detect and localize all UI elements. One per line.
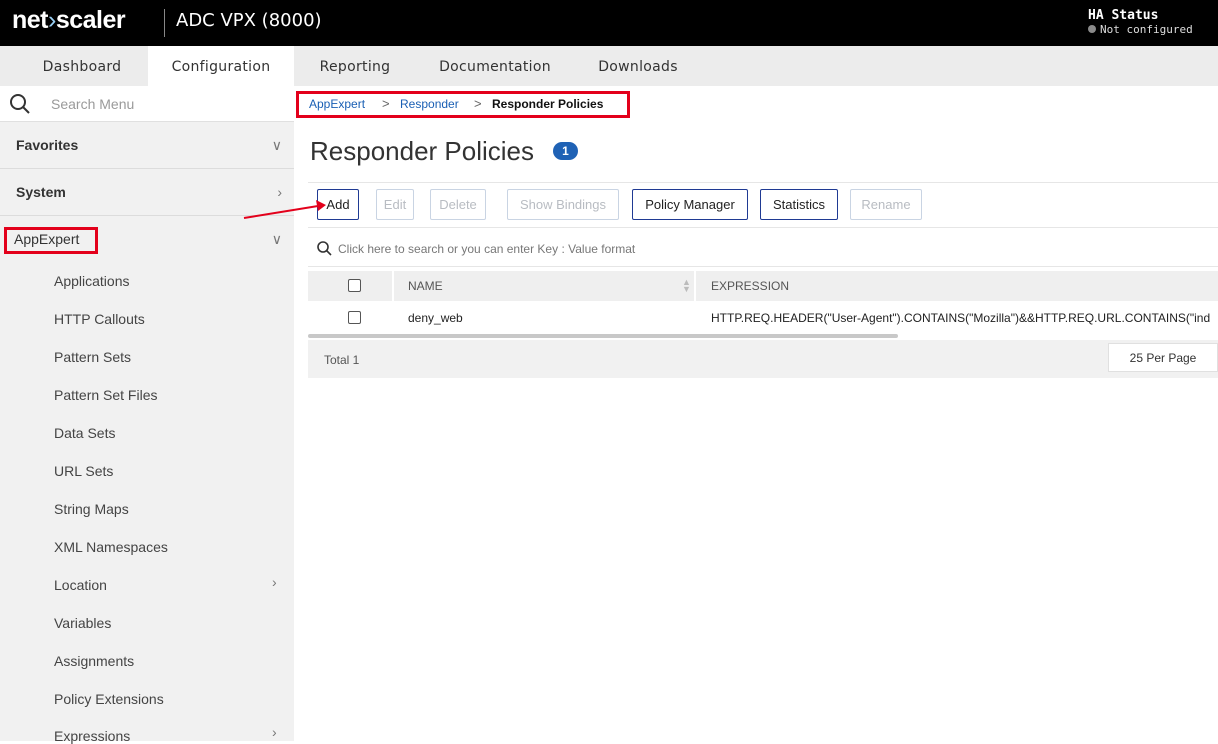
- ha-status-title: HA Status: [1088, 8, 1159, 23]
- sidebar-item-assignments[interactable]: Assignments: [54, 653, 134, 669]
- tab-dashboard[interactable]: Dashboard: [0, 46, 164, 86]
- count-badge: 1: [553, 142, 578, 160]
- column-divider: [392, 271, 394, 301]
- breadcrumb-responder[interactable]: Responder: [400, 97, 459, 111]
- sidebar-item-string-maps[interactable]: String Maps: [54, 501, 129, 517]
- ha-status-value: Not configured: [1088, 23, 1193, 36]
- chevron-right-icon: ›: [277, 184, 282, 200]
- sidebar-item-xml-namespaces[interactable]: XML Namespaces: [54, 539, 168, 555]
- page-title: Responder Policies: [310, 136, 535, 166]
- horizontal-scrollbar[interactable]: [308, 334, 898, 338]
- table-header: NAME ▲ ▼ EXPRESSION: [308, 271, 1218, 301]
- sidebar-item-http-callouts[interactable]: HTTP Callouts: [54, 311, 145, 327]
- netscaler-logo: net›scaler: [12, 6, 126, 34]
- chevron-down-icon: ∨: [271, 137, 282, 153]
- sidebar-item-location[interactable]: Location: [54, 577, 107, 593]
- sidebar-section-favorites[interactable]: Favorites ∨: [0, 123, 294, 169]
- action-toolbar: Add Edit Delete Show Bindings Policy Man…: [308, 182, 1218, 228]
- column-divider: [694, 271, 696, 301]
- tab-documentation[interactable]: Documentation: [428, 46, 562, 86]
- main-content: AppExpert > Responder > Responder Polici…: [294, 86, 1218, 741]
- sidebar-section-label: Favorites: [16, 137, 79, 153]
- total-count: Total 1: [324, 353, 360, 367]
- show-bindings-button[interactable]: Show Bindings: [507, 189, 619, 220]
- sidebar-item-url-sets[interactable]: URL Sets: [54, 463, 113, 479]
- sidebar-section-label: System: [16, 184, 66, 200]
- rename-button[interactable]: Rename: [850, 189, 922, 220]
- sidebar-item-applications[interactable]: Applications: [54, 273, 130, 289]
- search-icon: [10, 94, 30, 114]
- sidebar-section-label: AppExpert: [14, 231, 80, 247]
- add-button[interactable]: Add: [317, 189, 359, 220]
- chevron-right-icon: ›: [272, 574, 277, 590]
- sidebar-item-policy-extensions[interactable]: Policy Extensions: [54, 691, 164, 707]
- table-row[interactable]: deny_web HTTP.REQ.HEADER("User-Agent").C…: [308, 302, 1218, 334]
- table-search-placeholder: Click here to search or you can enter Ke…: [338, 242, 636, 256]
- select-all-checkbox[interactable]: [348, 279, 361, 292]
- tab-reporting[interactable]: Reporting: [306, 46, 404, 86]
- table-search-bar[interactable]: Click here to search or you can enter Ke…: [308, 230, 1218, 267]
- logo-divider: [164, 9, 165, 37]
- sidebar-item-variables[interactable]: Variables: [54, 615, 111, 631]
- row-name: deny_web: [408, 311, 463, 325]
- edit-button[interactable]: Edit: [376, 189, 414, 220]
- table-footer: Total 1 25 Per Page: [308, 340, 1218, 378]
- row-checkbox[interactable]: [348, 311, 361, 324]
- chevron-right-icon: >: [474, 96, 482, 111]
- column-header-name[interactable]: NAME: [408, 271, 443, 301]
- main-nav: Dashboard Configuration Reporting Docume…: [0, 46, 1218, 86]
- sidebar-section-appexpert[interactable]: AppExpert ∨: [0, 217, 294, 263]
- breadcrumb-appexpert[interactable]: AppExpert: [309, 97, 365, 111]
- search-icon: [317, 241, 332, 256]
- sidebar: Search Menu Favorites ∨ System › AppExpe…: [0, 86, 294, 744]
- delete-button[interactable]: Delete: [430, 189, 486, 220]
- chevron-right-icon: ›: [272, 724, 277, 740]
- sort-icon[interactable]: ▲ ▼: [682, 278, 691, 294]
- tab-configuration[interactable]: Configuration: [148, 46, 294, 86]
- chevron-down-icon: ∨: [271, 231, 282, 247]
- sidebar-item-pattern-set-files[interactable]: Pattern Set Files: [54, 387, 158, 403]
- top-bar: net›scaler ADC VPX (8000) HA Status Not …: [0, 0, 1218, 46]
- row-expression: HTTP.REQ.HEADER("User-Agent").CONTAINS("…: [711, 311, 1211, 325]
- product-name: ADC VPX (8000): [176, 10, 322, 31]
- statistics-button[interactable]: Statistics: [760, 189, 838, 220]
- sidebar-item-expressions[interactable]: Expressions: [54, 728, 130, 744]
- search-menu[interactable]: Search Menu: [0, 86, 294, 122]
- status-dot-icon: [1088, 25, 1096, 33]
- column-header-expression[interactable]: EXPRESSION: [711, 271, 789, 301]
- sidebar-item-data-sets[interactable]: Data Sets: [54, 425, 115, 441]
- tab-downloads[interactable]: Downloads: [588, 46, 688, 86]
- sidebar-item-pattern-sets[interactable]: Pattern Sets: [54, 349, 131, 365]
- policy-manager-button[interactable]: Policy Manager: [632, 189, 748, 220]
- breadcrumb-current: Responder Policies: [492, 97, 604, 111]
- per-page-select[interactable]: 25 Per Page: [1108, 343, 1218, 372]
- search-menu-placeholder: Search Menu: [51, 96, 135, 112]
- chevron-right-icon: >: [382, 96, 390, 111]
- sidebar-section-system[interactable]: System ›: [0, 170, 294, 216]
